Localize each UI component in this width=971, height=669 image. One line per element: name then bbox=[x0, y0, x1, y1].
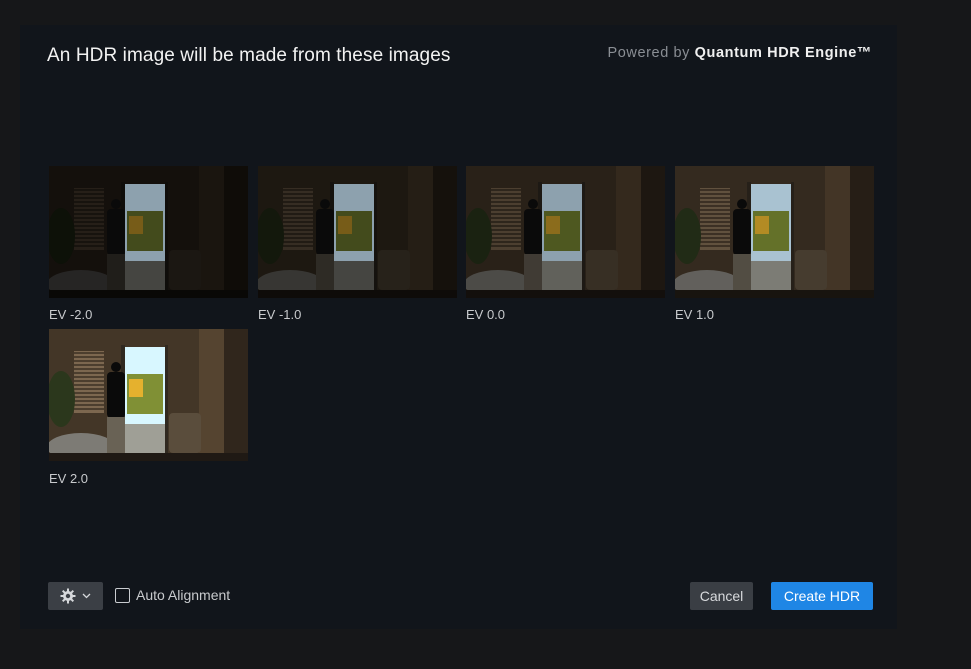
room-photo bbox=[49, 166, 248, 298]
chevron-down-icon bbox=[82, 593, 91, 599]
image-thumbnail-ev-plus-2[interactable] bbox=[49, 329, 248, 461]
ev-label: EV -2.0 bbox=[49, 307, 93, 322]
hdr-dialog: An HDR image will be made from these ima… bbox=[20, 25, 897, 629]
dialog-title: An HDR image will be made from these ima… bbox=[47, 45, 451, 66]
cancel-button[interactable]: Cancel bbox=[690, 582, 753, 610]
gear-icon bbox=[60, 588, 76, 604]
powered-by-credit: Powered by Quantum HDR Engine™ bbox=[607, 45, 872, 61]
room-photo bbox=[466, 166, 665, 298]
powered-by-prefix: Powered by bbox=[607, 45, 691, 61]
image-thumbnail-ev-minus-1[interactable] bbox=[258, 166, 457, 298]
auto-alignment-toggle[interactable]: Auto Alignment bbox=[115, 587, 230, 603]
ev-label: EV -1.0 bbox=[258, 307, 302, 322]
image-thumbnail-ev-0[interactable] bbox=[466, 166, 665, 298]
settings-dropdown-button[interactable] bbox=[48, 582, 103, 610]
image-thumbnail-ev-plus-1[interactable] bbox=[675, 166, 874, 298]
auto-alignment-checkbox[interactable] bbox=[115, 587, 130, 603]
create-hdr-button[interactable]: Create HDR bbox=[771, 582, 873, 610]
room-photo bbox=[675, 166, 874, 298]
ev-label: EV 2.0 bbox=[49, 471, 89, 486]
ev-label: EV 0.0 bbox=[466, 307, 506, 322]
room-photo bbox=[258, 166, 457, 298]
ev-label: EV 1.0 bbox=[675, 307, 715, 322]
engine-brand: Quantum HDR Engine™ bbox=[694, 45, 872, 61]
image-thumbnail-ev-minus-2[interactable] bbox=[49, 166, 248, 298]
auto-alignment-label: Auto Alignment bbox=[136, 587, 231, 603]
room-photo bbox=[49, 329, 248, 461]
